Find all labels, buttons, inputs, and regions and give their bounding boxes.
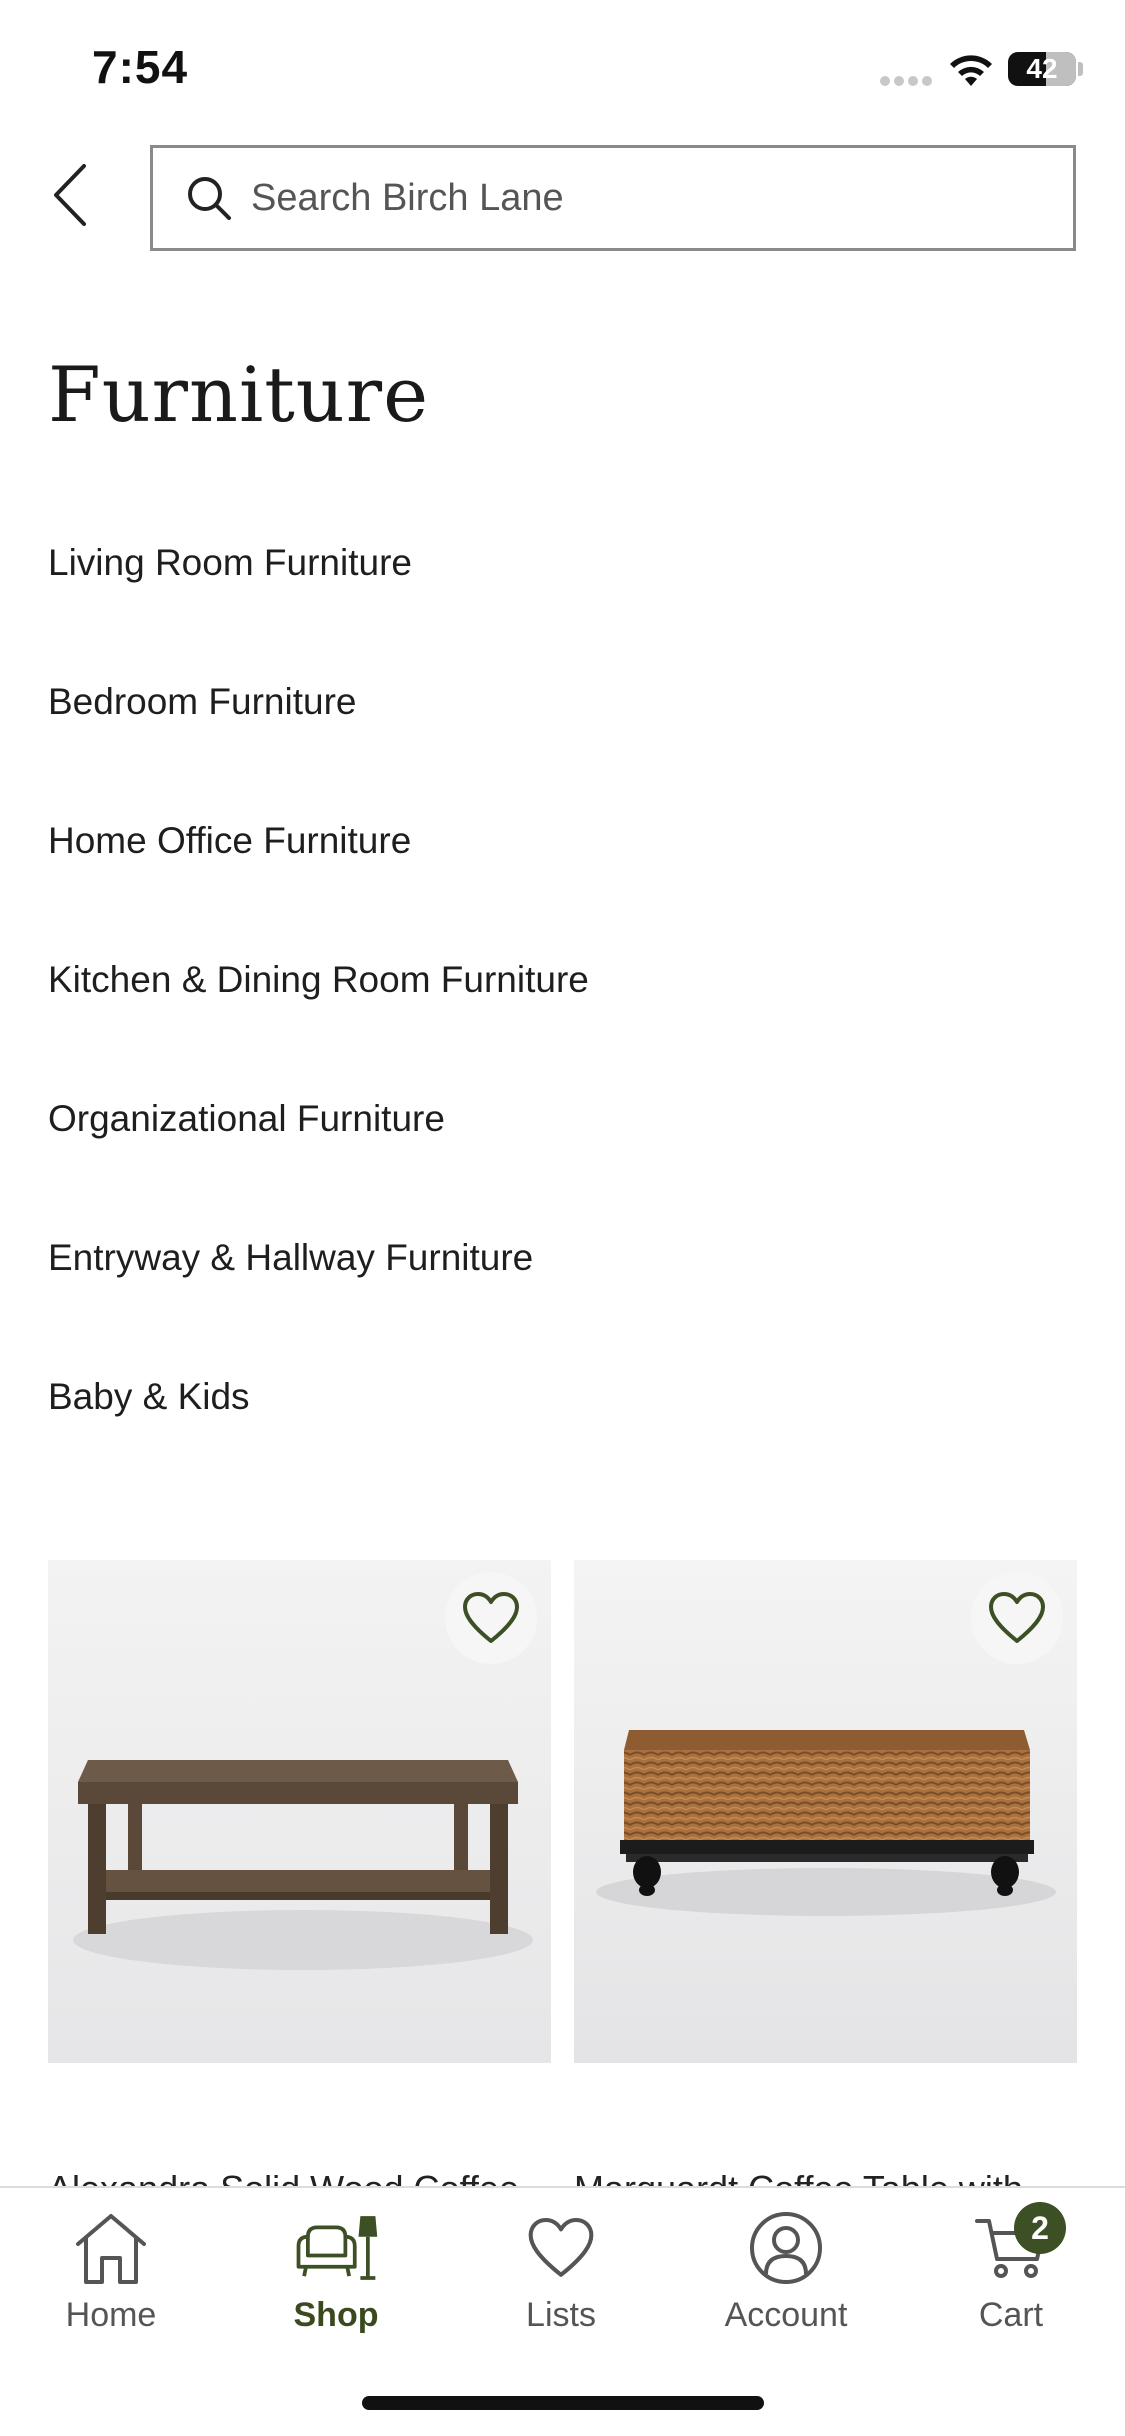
search-icon <box>185 174 233 222</box>
status-bar: 7:54 42 <box>0 0 1125 140</box>
tab-label: Shop <box>293 2296 379 2334</box>
favorite-button[interactable] <box>445 1572 537 1664</box>
tab-label: Account <box>724 2296 848 2334</box>
account-icon <box>741 2208 831 2288</box>
cellular-signal-icon <box>880 76 934 88</box>
home-icon <box>66 2208 156 2288</box>
product-card[interactable] <box>48 1560 551 2063</box>
tab-cart[interactable]: 2 Cart <box>921 2202 1101 2348</box>
product-card[interactable] <box>574 1560 1077 2063</box>
page-title: Furniture <box>48 350 430 439</box>
category-entryway-hallway[interactable]: Entryway & Hallway Furniture <box>48 1237 533 1279</box>
tab-account[interactable]: Account <box>696 2208 876 2348</box>
heart-icon <box>516 2208 606 2288</box>
wifi-icon <box>950 55 992 86</box>
cart-count-badge: 2 <box>1014 2202 1066 2254</box>
category-kitchen-dining[interactable]: Kitchen & Dining Room Furniture <box>48 959 589 1001</box>
tab-label: Home <box>65 2296 157 2334</box>
favorite-button[interactable] <box>971 1572 1063 1664</box>
heart-icon <box>463 1592 519 1643</box>
battery-nub <box>1078 62 1083 76</box>
category-bedroom[interactable]: Bedroom Furniture <box>48 681 356 723</box>
cart-icon: 2 <box>966 2202 1066 2288</box>
category-living-room[interactable]: Living Room Furniture <box>48 542 412 584</box>
status-time: 7:54 <box>92 41 189 93</box>
heart-icon <box>989 1592 1045 1643</box>
category-organizational[interactable]: Organizational Furniture <box>48 1098 445 1140</box>
shop-icon <box>291 2208 381 2288</box>
tab-home[interactable]: Home <box>21 2208 201 2348</box>
tab-label: Lists <box>526 2296 596 2334</box>
chevron-left-icon <box>54 164 86 226</box>
category-baby-kids[interactable]: Baby & Kids <box>48 1376 250 1418</box>
back-button[interactable] <box>30 150 110 240</box>
tab-lists[interactable]: Lists <box>471 2208 651 2348</box>
battery-icon: 42 <box>1008 52 1076 86</box>
tab-shop[interactable]: Shop <box>246 2208 426 2348</box>
home-indicator <box>362 2396 764 2410</box>
search-bar[interactable] <box>150 145 1076 251</box>
search-input[interactable] <box>251 176 1051 220</box>
tab-label: Cart <box>978 2296 1044 2334</box>
battery-level: 42 <box>1026 53 1058 84</box>
category-home-office[interactable]: Home Office Furniture <box>48 820 411 862</box>
